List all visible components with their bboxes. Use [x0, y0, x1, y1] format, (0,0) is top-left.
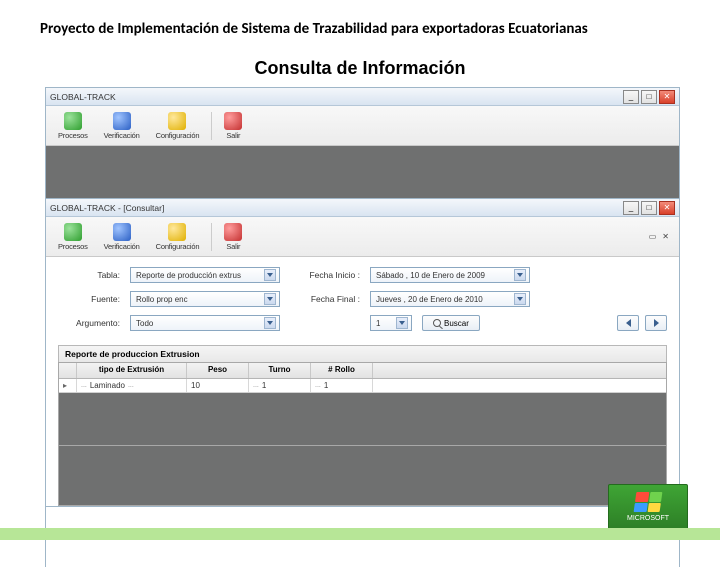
salir-icon: [224, 112, 242, 130]
row-selector-header: [59, 363, 77, 378]
window-1-title: GLOBAL-TRACK: [50, 92, 623, 102]
window-2: GLOBAL-TRACK - [Consultar] _ □ ✕ Proceso…: [45, 199, 680, 507]
verificacion-icon: [113, 112, 131, 130]
toolbar2-procesos[interactable]: Procesos: [52, 221, 94, 253]
col-peso[interactable]: Peso: [187, 363, 249, 378]
configuracion-icon: [168, 223, 186, 241]
software-box-logo: MICROSOFT: [608, 484, 688, 530]
titlebar-2: GLOBAL-TRACK - [Consultar] _ □ ✕: [46, 199, 679, 217]
cell-turno: ...1: [249, 379, 311, 392]
toolbar-separator: [211, 112, 212, 140]
toolbar-separator: [211, 223, 212, 251]
fecha-inicio-value: Sábado , 10 de Enero de 2009: [376, 271, 485, 280]
fuente-label: Fuente:: [58, 294, 120, 304]
verificacion-label: Verificación: [104, 131, 140, 140]
buscar-button[interactable]: Buscar: [422, 315, 480, 331]
toolbar-2: Procesos Verificación Configuración Sali…: [46, 217, 679, 257]
cell-peso: 10: [187, 379, 249, 392]
row-indicator: ▸: [59, 379, 77, 392]
cell-rollo: ...1: [311, 379, 373, 392]
search-icon: [433, 319, 441, 327]
prev-button[interactable]: [617, 315, 639, 331]
query-form: Tabla: Reporte de producción extrus Fech…: [46, 257, 679, 345]
cell-tipo: ...Laminado...: [77, 379, 187, 392]
configuracion-label: Configuración: [156, 131, 200, 140]
mdi-client-area-1: [46, 146, 679, 198]
numero-value: 1: [376, 319, 380, 328]
numero-stepper[interactable]: 1: [370, 315, 412, 331]
salir-icon: [224, 223, 242, 241]
toolbar-procesos[interactable]: Procesos: [52, 110, 94, 142]
tabla-label: Tabla:: [58, 270, 120, 280]
chevron-down-icon: [264, 293, 276, 305]
procesos-label: Procesos: [58, 242, 88, 251]
window-2-title: GLOBAL-TRACK - [Consultar]: [50, 203, 623, 213]
argumento-label: Argumento:: [58, 318, 120, 328]
toolbar2-verificacion[interactable]: Verificación: [98, 221, 146, 253]
table-row[interactable]: ▸ ...Laminado... 10 ...1 ...1: [59, 379, 666, 393]
maximize-button[interactable]: □: [641, 90, 657, 104]
chevron-right-icon: [654, 319, 659, 327]
close-button-2[interactable]: ✕: [659, 201, 675, 215]
slide-heading: Consulta de Información: [0, 48, 720, 87]
window-1: GLOBAL-TRACK _ □ ✕ Procesos Verificación…: [45, 87, 680, 199]
fuente-dropdown[interactable]: Rollo prop enc: [130, 291, 280, 307]
slide-title: Proyecto de Implementación de Sistema de…: [0, 0, 720, 48]
grid-caption: Reporte de produccion Extrusion: [58, 345, 667, 362]
next-button[interactable]: [645, 315, 667, 331]
titlebar-1: GLOBAL-TRACK _ □ ✕: [46, 88, 679, 106]
tabla-dropdown[interactable]: Reporte de producción extrus: [130, 267, 280, 283]
toolbar2-configuracion[interactable]: Configuración: [150, 221, 206, 253]
maximize-button-2[interactable]: □: [641, 201, 657, 215]
toolbar-verificacion[interactable]: Verificación: [98, 110, 146, 142]
fecha-inicio-picker[interactable]: Sábado , 10 de Enero de 2009: [370, 267, 530, 283]
chevron-down-icon: [514, 293, 526, 305]
fecha-inicio-label: Fecha Inicio :: [290, 270, 360, 280]
minimize-button-2[interactable]: _: [623, 201, 639, 215]
child-restore-button[interactable]: ▭: [649, 232, 657, 241]
chevron-left-icon: [626, 319, 631, 327]
buscar-label: Buscar: [444, 319, 469, 328]
col-rollo[interactable]: # Rollo: [311, 363, 373, 378]
toolbar-configuracion[interactable]: Configuración: [150, 110, 206, 142]
verificacion-icon: [113, 223, 131, 241]
minimize-button[interactable]: _: [623, 90, 639, 104]
configuracion-label: Configuración: [156, 242, 200, 251]
fecha-fin-value: Jueves , 20 de Enero de 2010: [376, 295, 483, 304]
chevron-down-icon: [264, 317, 276, 329]
fecha-fin-label: Fecha Final :: [290, 294, 360, 304]
chevron-down-icon: [514, 269, 526, 281]
col-tipo[interactable]: tipo de Extrusión: [77, 363, 187, 378]
argumento-value: Todo: [136, 319, 153, 328]
chevron-down-icon: [396, 317, 408, 329]
fuente-value: Rollo prop enc: [136, 295, 188, 304]
verificacion-label: Verificación: [104, 242, 140, 251]
chevron-down-icon: [264, 269, 276, 281]
procesos-label: Procesos: [58, 131, 88, 140]
argumento-dropdown[interactable]: Todo: [130, 315, 280, 331]
toolbar-salir[interactable]: Salir: [218, 110, 248, 142]
procesos-icon: [64, 112, 82, 130]
data-grid: tipo de Extrusión Peso Turno # Rollo ▸ .…: [58, 362, 667, 446]
slide-footer-bar: [0, 528, 720, 540]
tabla-value: Reporte de producción extrus: [136, 271, 241, 280]
toolbar2-salir[interactable]: Salir: [218, 221, 248, 253]
box-label: MICROSOFT: [627, 515, 669, 522]
toolbar-1: Procesos Verificación Configuración Sali…: [46, 106, 679, 146]
salir-label: Salir: [226, 131, 240, 140]
col-turno[interactable]: Turno: [249, 363, 311, 378]
configuracion-icon: [168, 112, 186, 130]
salir-label: Salir: [226, 242, 240, 251]
close-button[interactable]: ✕: [659, 90, 675, 104]
child-close-button[interactable]: ✕: [662, 232, 669, 241]
windows-flag-icon: [634, 492, 663, 512]
grid-header: tipo de Extrusión Peso Turno # Rollo: [59, 363, 666, 379]
grid-empty-area: [59, 393, 666, 445]
grid-footer-area: [58, 446, 667, 506]
fecha-fin-picker[interactable]: Jueves , 20 de Enero de 2010: [370, 291, 530, 307]
procesos-icon: [64, 223, 82, 241]
